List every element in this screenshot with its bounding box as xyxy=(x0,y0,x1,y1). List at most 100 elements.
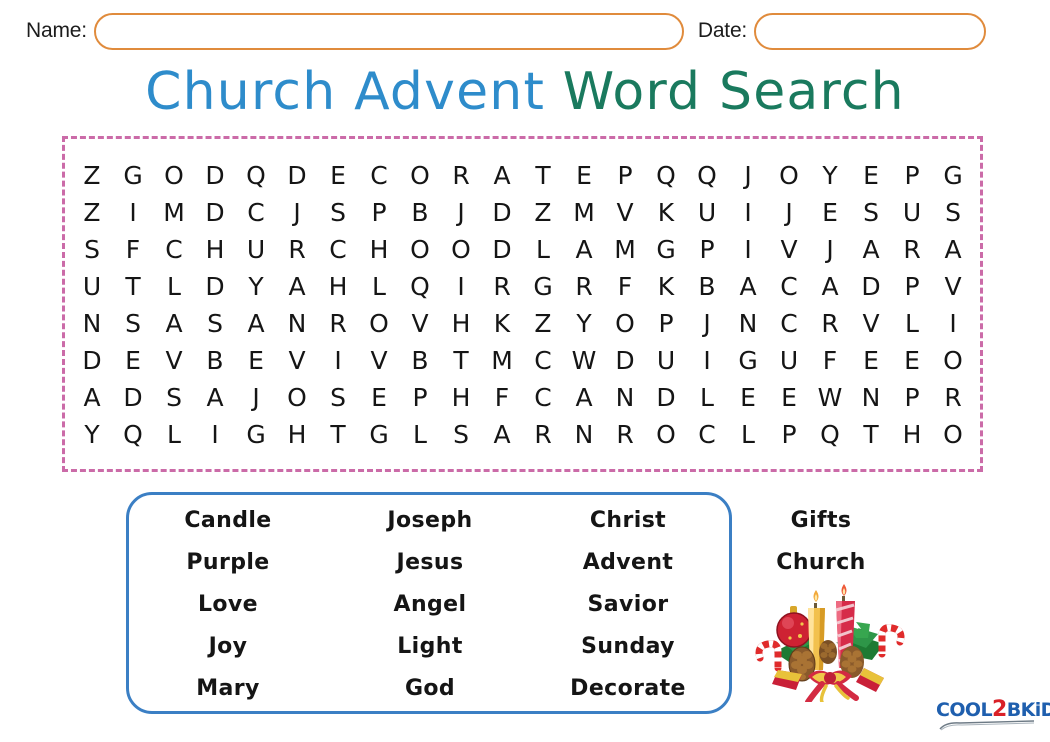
grid-cell[interactable]: K xyxy=(646,200,687,225)
grid-cell[interactable]: S xyxy=(72,237,113,262)
word-list-item[interactable]: Gifts xyxy=(726,500,916,542)
grid-cell[interactable]: U xyxy=(646,348,687,373)
word-list-item[interactable]: Joy xyxy=(126,626,330,668)
grid-cell[interactable]: E xyxy=(728,385,769,410)
grid-cell[interactable]: S xyxy=(318,385,359,410)
grid-cell[interactable]: D xyxy=(72,348,113,373)
grid-cell[interactable]: Y xyxy=(810,163,851,188)
grid-cell[interactable]: E xyxy=(851,348,892,373)
grid-cell[interactable]: I xyxy=(728,237,769,262)
grid-cell[interactable]: A xyxy=(482,422,523,447)
grid-cell[interactable]: A xyxy=(564,385,605,410)
grid-cell[interactable]: C xyxy=(769,274,810,299)
grid-cell[interactable]: O xyxy=(933,348,974,373)
grid-cell[interactable]: G xyxy=(236,422,277,447)
grid-cell[interactable]: C xyxy=(236,200,277,225)
grid-cell[interactable]: L xyxy=(523,237,564,262)
grid-cell[interactable]: S xyxy=(195,311,236,336)
grid-cell[interactable]: F xyxy=(810,348,851,373)
grid-cell[interactable]: E xyxy=(810,200,851,225)
grid-cell[interactable]: D xyxy=(277,163,318,188)
grid-cell[interactable]: A xyxy=(933,237,974,262)
date-input[interactable] xyxy=(754,12,987,50)
grid-cell[interactable]: Q xyxy=(687,163,728,188)
grid-cell[interactable]: G xyxy=(523,274,564,299)
grid-cell[interactable]: E xyxy=(318,163,359,188)
grid-cell[interactable]: I xyxy=(318,348,359,373)
grid-cell[interactable]: T xyxy=(113,274,154,299)
grid-cell[interactable]: R xyxy=(564,274,605,299)
grid-cell[interactable]: H xyxy=(277,422,318,447)
grid-cell[interactable]: L xyxy=(400,422,441,447)
word-list-item[interactable]: Savior xyxy=(530,584,726,626)
grid-cell[interactable]: S xyxy=(318,200,359,225)
grid-cell[interactable]: C xyxy=(154,237,195,262)
grid-cell[interactable]: R xyxy=(441,163,482,188)
grid-cell[interactable]: I xyxy=(728,200,769,225)
grid-cell[interactable]: Q xyxy=(646,163,687,188)
grid-cell[interactable]: A xyxy=(810,274,851,299)
grid-cell[interactable]: V xyxy=(359,348,400,373)
grid-cell[interactable]: I xyxy=(113,200,154,225)
grid-cell[interactable]: Y xyxy=(72,422,113,447)
grid-cell[interactable]: B xyxy=(195,348,236,373)
grid-cell[interactable]: E xyxy=(564,163,605,188)
grid-cell[interactable]: A xyxy=(236,311,277,336)
grid-cell[interactable]: N xyxy=(728,311,769,336)
word-list-item[interactable]: Jesus xyxy=(330,542,530,584)
grid-cell[interactable]: J xyxy=(236,385,277,410)
grid-cell[interactable]: R xyxy=(277,237,318,262)
grid-cell[interactable]: R xyxy=(523,422,564,447)
grid-cell[interactable]: P xyxy=(687,237,728,262)
grid-cell[interactable]: T xyxy=(441,348,482,373)
grid-cell[interactable]: E xyxy=(892,348,933,373)
grid-cell[interactable]: P xyxy=(646,311,687,336)
name-input[interactable] xyxy=(93,12,684,50)
grid-cell[interactable]: S xyxy=(154,385,195,410)
grid-cell[interactable]: A xyxy=(277,274,318,299)
grid-cell[interactable]: M xyxy=(154,200,195,225)
grid-cell[interactable]: D xyxy=(113,385,154,410)
grid-cell[interactable]: Z xyxy=(523,311,564,336)
grid-cell[interactable]: D xyxy=(605,348,646,373)
grid-cell[interactable]: C xyxy=(359,163,400,188)
word-list-item[interactable]: Light xyxy=(330,626,530,668)
grid-cell[interactable]: A xyxy=(72,385,113,410)
grid-cell[interactable]: U xyxy=(892,200,933,225)
grid-cell[interactable]: E xyxy=(769,385,810,410)
grid-cell[interactable]: W xyxy=(564,348,605,373)
grid-cell[interactable]: V xyxy=(400,311,441,336)
grid-cell[interactable]: B xyxy=(400,348,441,373)
grid-cell[interactable]: E xyxy=(851,163,892,188)
grid-cell[interactable]: P xyxy=(892,385,933,410)
grid-cell[interactable]: A xyxy=(195,385,236,410)
word-list-item[interactable]: Candle xyxy=(126,500,330,542)
grid-cell[interactable]: D xyxy=(482,200,523,225)
grid-cell[interactable]: H xyxy=(892,422,933,447)
grid-cell[interactable]: O xyxy=(646,422,687,447)
grid-cell[interactable]: A xyxy=(728,274,769,299)
grid-cell[interactable]: J xyxy=(769,200,810,225)
grid-cell[interactable]: N xyxy=(277,311,318,336)
grid-cell[interactable]: R xyxy=(892,237,933,262)
grid-cell[interactable]: C xyxy=(318,237,359,262)
grid-cell[interactable]: F xyxy=(482,385,523,410)
grid-cell[interactable]: O xyxy=(277,385,318,410)
grid-cell[interactable]: Z xyxy=(72,163,113,188)
grid-cell[interactable]: M xyxy=(482,348,523,373)
grid-cell[interactable]: T xyxy=(523,163,564,188)
grid-cell[interactable]: L xyxy=(154,274,195,299)
grid-cell[interactable]: H xyxy=(441,385,482,410)
grid-cell[interactable]: O xyxy=(154,163,195,188)
grid-cell[interactable]: H xyxy=(318,274,359,299)
grid-cell[interactable]: Q xyxy=(400,274,441,299)
grid-cell[interactable]: I xyxy=(441,274,482,299)
grid-cell[interactable]: R xyxy=(810,311,851,336)
grid-cell[interactable]: D xyxy=(482,237,523,262)
grid-cell[interactable]: R xyxy=(318,311,359,336)
grid-cell[interactable]: F xyxy=(605,274,646,299)
grid-cell[interactable]: L xyxy=(687,385,728,410)
grid-cell[interactable]: N xyxy=(851,385,892,410)
word-list-item[interactable]: Joseph xyxy=(330,500,530,542)
grid-cell[interactable]: N xyxy=(605,385,646,410)
